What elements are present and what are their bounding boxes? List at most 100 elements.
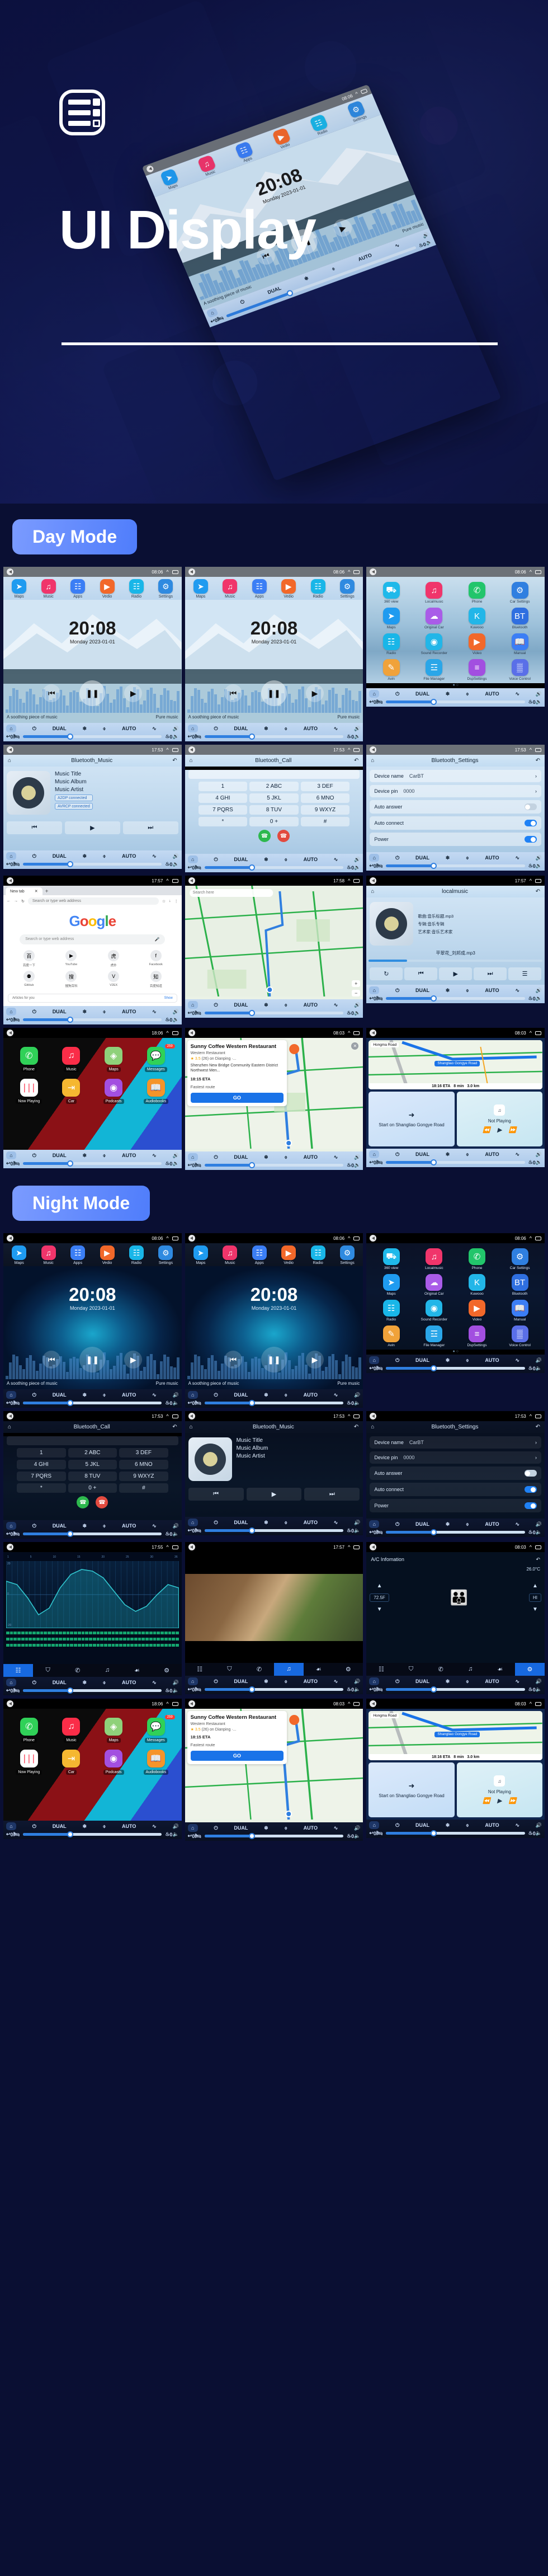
carplay-app-music[interactable]: ♫ Music bbox=[50, 1718, 93, 1743]
eq-band[interactable] bbox=[172, 1632, 176, 1634]
volume-down-icon[interactable]: 🔈 bbox=[172, 1687, 178, 1694]
fan-speed-slider[interactable] bbox=[204, 1400, 344, 1406]
eq-band[interactable] bbox=[111, 1638, 115, 1640]
back-icon[interactable] bbox=[188, 1544, 195, 1550]
return-icon[interactable]: ↶ bbox=[354, 1424, 358, 1430]
eq-band[interactable] bbox=[164, 1638, 168, 1640]
recents-icon[interactable] bbox=[535, 1414, 541, 1418]
auto-label[interactable]: AUTO bbox=[122, 1153, 136, 1158]
fan-icon[interactable]: ∿ bbox=[152, 1153, 157, 1159]
browser-tab[interactable]: New tab ✕ bbox=[6, 887, 42, 895]
fan-icon[interactable]: ∿ bbox=[515, 1151, 519, 1158]
rear-defog-icon[interactable]: ⌽ bbox=[103, 1823, 106, 1830]
dual-label[interactable]: DUAL bbox=[415, 1822, 429, 1828]
power-icon[interactable]: ⏻ bbox=[32, 1392, 36, 1398]
eq-band[interactable] bbox=[130, 1644, 134, 1647]
app-item-sound recorder[interactable]: ◉ Sound Recorder bbox=[413, 1300, 456, 1322]
eq-band[interactable] bbox=[55, 1638, 59, 1640]
home-icon[interactable]: ⌂ bbox=[6, 1822, 16, 1830]
eq-band[interactable] bbox=[17, 1632, 21, 1634]
back-icon[interactable] bbox=[145, 164, 155, 173]
auto-label[interactable]: AUTO bbox=[122, 1523, 136, 1529]
dial-key[interactable]: 4 GHI bbox=[198, 793, 248, 803]
app-item-maps[interactable]: ➤ Maps bbox=[370, 608, 413, 629]
eq-band[interactable] bbox=[63, 1638, 66, 1640]
dual-label[interactable]: DUAL bbox=[415, 1679, 429, 1684]
volume-up-icon[interactable]: 🔊 bbox=[172, 1009, 178, 1015]
snowflake-icon[interactable]: ❄ bbox=[264, 1520, 268, 1526]
eq-band[interactable] bbox=[126, 1644, 130, 1647]
auto-label[interactable]: AUTO bbox=[304, 726, 318, 731]
eq-band[interactable] bbox=[168, 1632, 172, 1634]
auto-label[interactable]: AUTO bbox=[485, 1151, 499, 1157]
eq-band[interactable] bbox=[40, 1632, 44, 1634]
volume-up-icon[interactable]: 🔊 bbox=[536, 988, 542, 994]
dual-label[interactable]: DUAL bbox=[415, 988, 429, 993]
volume-down-icon[interactable]: 🔈 bbox=[354, 1686, 360, 1693]
auto-label[interactable]: AUTO bbox=[485, 1679, 499, 1684]
rear-defog-icon[interactable]: ⌽ bbox=[103, 1392, 106, 1398]
chevron-up-icon[interactable]: ^ bbox=[530, 747, 532, 753]
rear-defog-icon[interactable]: ⌽ bbox=[330, 265, 336, 272]
auto-label[interactable]: AUTO bbox=[485, 1357, 499, 1363]
chevron-up-icon[interactable]: ^ bbox=[348, 1701, 350, 1707]
power-icon[interactable]: ⏻ bbox=[32, 1680, 36, 1686]
dial-key[interactable]: 8 TUV bbox=[249, 805, 299, 815]
dual-label[interactable]: DUAL bbox=[234, 726, 248, 731]
eq-band[interactable] bbox=[141, 1632, 145, 1634]
app-item-kuwooo[interactable]: K Kuwooo bbox=[456, 1274, 499, 1296]
chevron-up-icon[interactable]: ^ bbox=[348, 1544, 350, 1550]
dock-item-settings[interactable]: ⚙ Settings bbox=[158, 1245, 173, 1265]
seat-icon[interactable]: 🛏 bbox=[13, 1531, 20, 1537]
map-canvas[interactable]: Sunny Coffee Western Restaurant Western … bbox=[185, 1038, 363, 1151]
navigation-map[interactable]: Hongma Road Shangliao Gongye Road 18:16 … bbox=[369, 1040, 542, 1089]
volume-down-icon[interactable]: 🔈 bbox=[172, 734, 178, 740]
home-icon[interactable]: ⌂ bbox=[187, 1001, 198, 1009]
dock-item-maps[interactable]: ➤ Maps bbox=[193, 579, 208, 599]
auto-label[interactable]: AUTO bbox=[485, 1521, 499, 1527]
power-icon[interactable]: ⏻ bbox=[395, 1679, 399, 1685]
chevron-up-icon[interactable]: ^ bbox=[166, 1030, 168, 1036]
back-arrow-icon[interactable]: ↩ bbox=[369, 1686, 374, 1693]
dual-label[interactable]: DUAL bbox=[234, 857, 248, 862]
recents-icon[interactable] bbox=[535, 1545, 541, 1549]
return-icon[interactable]: ↶ bbox=[536, 758, 540, 764]
dial-key[interactable]: 5 JKL bbox=[68, 1460, 117, 1469]
app-item-bluetooth[interactable]: BT Bluetooth bbox=[498, 1274, 541, 1296]
fan-icon[interactable]: ∿ bbox=[334, 1392, 338, 1398]
overflow-menu-icon[interactable]: ⋮ bbox=[174, 899, 178, 904]
carplay-app-audiobooks[interactable]: 📖 Audiobooks bbox=[135, 1750, 177, 1775]
dock-item-settings[interactable]: ⚙ Settings bbox=[346, 100, 367, 123]
dial-key[interactable]: 1 bbox=[17, 1448, 66, 1458]
back-arrow-icon[interactable]: ↩ bbox=[188, 1527, 192, 1534]
eq-band[interactable] bbox=[92, 1644, 96, 1647]
recents-icon[interactable] bbox=[172, 1031, 178, 1035]
power-icon[interactable]: ⏻ bbox=[395, 988, 399, 994]
dial-key[interactable]: 9 WXYZ bbox=[300, 805, 350, 815]
plus-icon[interactable]: + bbox=[45, 889, 49, 895]
prev-track-icon[interactable]: ⏮ bbox=[42, 684, 61, 702]
back-icon[interactable] bbox=[370, 1544, 377, 1550]
dock-item-maps[interactable]: ➤ Maps bbox=[12, 1245, 27, 1265]
repeat-icon[interactable]: ↻ bbox=[370, 967, 403, 980]
chevron-up-icon[interactable]: ^ bbox=[348, 1413, 350, 1419]
eq-band[interactable] bbox=[55, 1632, 59, 1634]
eq-band[interactable] bbox=[96, 1638, 100, 1640]
eq-band[interactable] bbox=[92, 1632, 96, 1634]
reload-icon[interactable]: ↻ bbox=[21, 899, 25, 904]
carplay-app-car[interactable]: ⇥ Car bbox=[50, 1079, 93, 1104]
rear-defog-icon[interactable]: ⌽ bbox=[103, 1153, 106, 1159]
fan-icon[interactable]: ∿ bbox=[152, 1009, 157, 1015]
home-icon[interactable]: ⌂ bbox=[369, 1150, 380, 1158]
back-arrow-icon[interactable]: ↩ bbox=[6, 1687, 11, 1694]
recents-icon[interactable] bbox=[172, 570, 178, 574]
fan-icon[interactable]: ∿ bbox=[515, 1521, 519, 1527]
eq-band[interactable] bbox=[160, 1638, 164, 1640]
volume-down-icon[interactable]: 🔈 bbox=[354, 1833, 360, 1839]
tab-gear[interactable]: ⚙ bbox=[152, 1664, 182, 1677]
fan-speed-slider[interactable] bbox=[204, 1686, 344, 1693]
app-item-voice control[interactable]: ▒ Voice Control bbox=[498, 659, 541, 681]
volume-down-icon[interactable]: 🔈 bbox=[172, 861, 178, 867]
eq-band[interactable] bbox=[48, 1638, 51, 1640]
dock-item-radio[interactable]: ☷ Radio bbox=[310, 1245, 325, 1265]
